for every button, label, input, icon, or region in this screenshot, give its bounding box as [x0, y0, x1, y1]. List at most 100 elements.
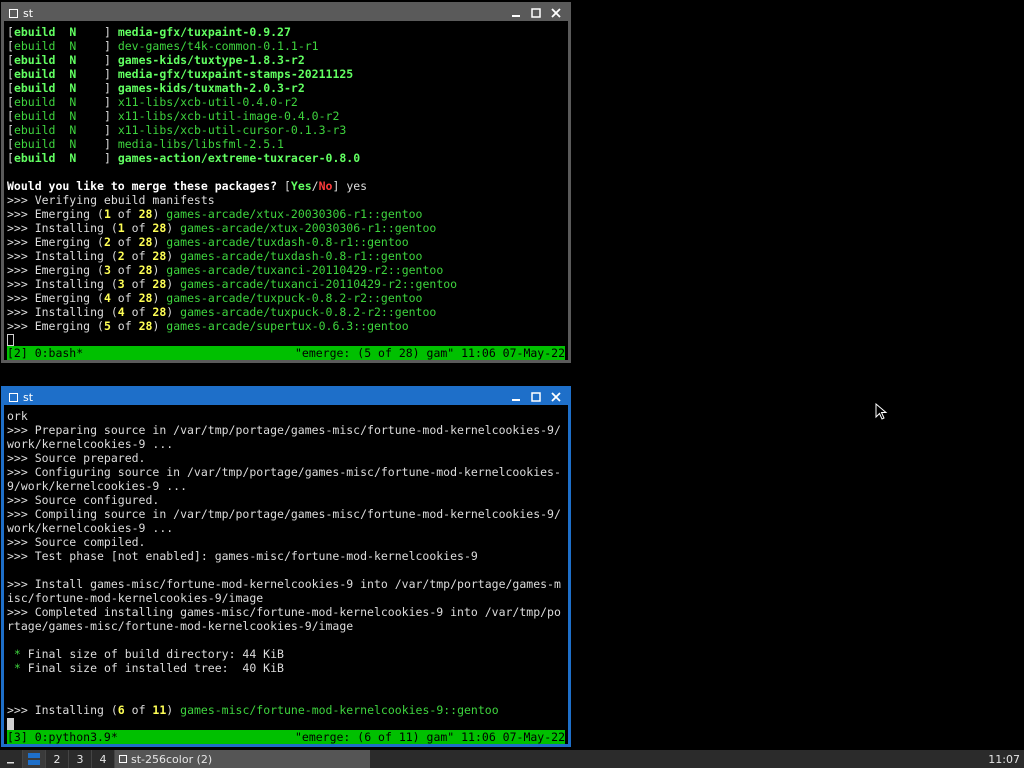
terminal-text: x11-libs/xcb-util-0.4.0-r2 — [117, 95, 298, 109]
terminal-text: of — [110, 235, 139, 249]
terminal-line: rtage/games-misc/fortune-mod-kernelcooki… — [7, 619, 565, 633]
terminal-line: work/kernelcookies-9 ... — [7, 437, 565, 451]
terminal-output[interactable]: [ebuild N ] media-gfx/tuxpaint-0.9.27 [eb… — [7, 25, 565, 347]
terminal-text: ] — [103, 109, 118, 123]
terminal-text: 1 — [117, 221, 125, 235]
terminal-text: of — [124, 305, 153, 319]
terminal-text: ) — [152, 263, 167, 277]
terminal-text: >>> Installing ( — [7, 277, 118, 291]
terminal-text: 4 — [117, 305, 125, 319]
terminal-text: games-kids/tuxtype-1.8.3-r2 — [117, 53, 305, 67]
terminal-text: media-gfx/tuxpaint-stamps-20211125 — [117, 67, 354, 81]
terminal-text: 3 — [103, 263, 111, 277]
terminal-text: >>> Source prepared. — [7, 451, 146, 465]
workspace-1-button[interactable] — [23, 750, 46, 768]
terminal-text: [ — [7, 25, 14, 39]
terminal-text: 28 — [138, 207, 153, 221]
terminal-text: media-gfx/tuxpaint-0.9.27 — [117, 25, 291, 39]
terminal-text: ] — [103, 39, 118, 53]
terminal-text: [ — [7, 39, 14, 53]
titlebar-bottom[interactable]: st — [4, 389, 568, 405]
minimize-button[interactable] — [506, 390, 526, 404]
terminal-text: work/kernelcookies-9 ... — [7, 521, 174, 535]
terminal-line: >>> Compiling source in /var/tmp/portage… — [7, 507, 565, 521]
terminal-text: 28 — [152, 277, 167, 291]
terminal-window-top[interactable]: st [ebuild N ] media-gfx/tuxpaint-0.9.27… — [1, 2, 571, 363]
titlebar-top[interactable]: st — [4, 5, 568, 21]
terminal-line: [ebuild N ] x11-libs/xcb-util-cursor-0.1… — [7, 123, 565, 137]
terminal-text: >>> Emerging ( — [7, 235, 104, 249]
terminal-text: games-action/extreme-tuxracer-0.8.0 — [117, 151, 361, 165]
terminal-line: >>> Emerging (1 of 28) games-arcade/xtux… — [7, 207, 565, 221]
terminal-text: ] — [103, 53, 118, 67]
close-button[interactable] — [546, 6, 566, 20]
terminal-text: ] — [103, 81, 118, 95]
terminal-text: 6 — [117, 703, 125, 717]
terminal-text: of — [124, 703, 153, 717]
terminal-text: [ — [283, 179, 291, 193]
minimize-icon — [512, 15, 520, 17]
terminal-text: >>> Installing ( — [7, 305, 118, 319]
terminal-window-bottom[interactable]: st ork >>> Preparing source in /var/tmp/p… — [1, 386, 571, 747]
terminal-line: [ebuild N ] media-gfx/tuxpaint-0.9.27 — [7, 25, 565, 39]
maximize-button[interactable] — [526, 390, 546, 404]
terminal-text: games-arcade/tuxanci-20110429-r2::gentoo — [180, 277, 458, 291]
terminal-text: ebuild N — [13, 67, 104, 81]
terminal-text: ] — [103, 123, 118, 137]
window-icon — [9, 392, 18, 402]
terminal-text: of — [110, 291, 139, 305]
tmux-status-bar: [3] 0:python3.9* "emerge: (6 of 11) gam"… — [7, 730, 565, 744]
terminal-text: ) — [166, 249, 181, 263]
terminal-text: ) — [152, 319, 167, 333]
close-button[interactable] — [546, 390, 566, 404]
clock: 11:07 — [988, 752, 1020, 766]
terminal-text: >>> Compiling source in /var/tmp/portage… — [7, 507, 561, 521]
status-right: "emerge: (5 of 28) gam" 11:06 07-May-22 — [294, 346, 565, 360]
terminal-text: >>> Emerging ( — [7, 291, 104, 305]
terminal-text: >>> Installing ( — [7, 703, 118, 717]
terminal-text: games-arcade/xtux-20030306-r1::gentoo — [166, 207, 423, 221]
task-button-st[interactable]: st-256color (2) — [115, 750, 370, 768]
terminal-text: 28 — [138, 291, 153, 305]
terminal-line: >>> Emerging (3 of 28) games-arcade/tuxa… — [7, 263, 565, 277]
workspace-4-button[interactable]: 4 — [92, 750, 115, 768]
terminal-text: ebuild N — [13, 53, 104, 67]
terminal-text: ] — [103, 67, 118, 81]
terminal-text: ] — [103, 137, 118, 151]
maximize-button[interactable] — [526, 6, 546, 20]
terminal-text: ) — [166, 277, 181, 291]
workspace-2-button[interactable]: 2 — [46, 750, 69, 768]
minimize-button[interactable] — [506, 6, 526, 20]
terminal-text: ] — [103, 151, 118, 165]
terminal-line: [ebuild N ] x11-libs/xcb-util-image-0.4.… — [7, 109, 565, 123]
terminal-text: 11 — [152, 703, 167, 717]
terminal-text: ] yes — [332, 179, 368, 193]
minimize-all-button[interactable] — [0, 750, 23, 768]
terminal-line: Would you like to merge these packages? … — [7, 179, 565, 193]
terminal-text: Would you like to merge these packages? — [7, 179, 284, 193]
terminal-text: No — [318, 179, 333, 193]
terminal-text: Final size of build directory: 44 KiB — [27, 647, 284, 661]
terminal-line: >>> Source prepared. — [7, 451, 565, 465]
terminal-text: [ — [7, 95, 14, 109]
maximize-icon — [531, 8, 541, 18]
terminal-text: games-arcade/tuxanci-20110429-r2::gentoo — [166, 263, 444, 277]
terminal-text: games-arcade/supertux-0.6.3::gentoo — [166, 319, 409, 333]
workspace-3-button[interactable]: 3 — [69, 750, 92, 768]
terminal-text: 28 — [152, 221, 167, 235]
terminal-text: games-arcade/tuxpuck-0.8.2-r2::gentoo — [166, 291, 423, 305]
terminal-text: ebuild N — [13, 39, 104, 53]
terminal-line: >>> Installing (3 of 28) games-arcade/tu… — [7, 277, 565, 291]
terminal-line: [ebuild N ] media-libs/libsfml-2.5.1 — [7, 137, 565, 151]
terminal-text: of — [110, 263, 139, 277]
terminal-text: ebuild N — [13, 81, 104, 95]
terminal-line: * Final size of build directory: 44 KiB — [7, 647, 565, 661]
mouse-pointer-icon — [875, 403, 888, 420]
terminal-text: >>> Source compiled. — [7, 535, 146, 549]
terminal-text: of — [124, 221, 153, 235]
terminal-text: x11-libs/xcb-util-image-0.4.0-r2 — [117, 109, 340, 123]
terminal-text: 28 — [152, 249, 167, 263]
terminal-output[interactable]: ork >>> Preparing source in /var/tmp/port… — [7, 409, 565, 731]
terminal-line: [ebuild N ] media-gfx/tuxpaint-stamps-20… — [7, 67, 565, 81]
